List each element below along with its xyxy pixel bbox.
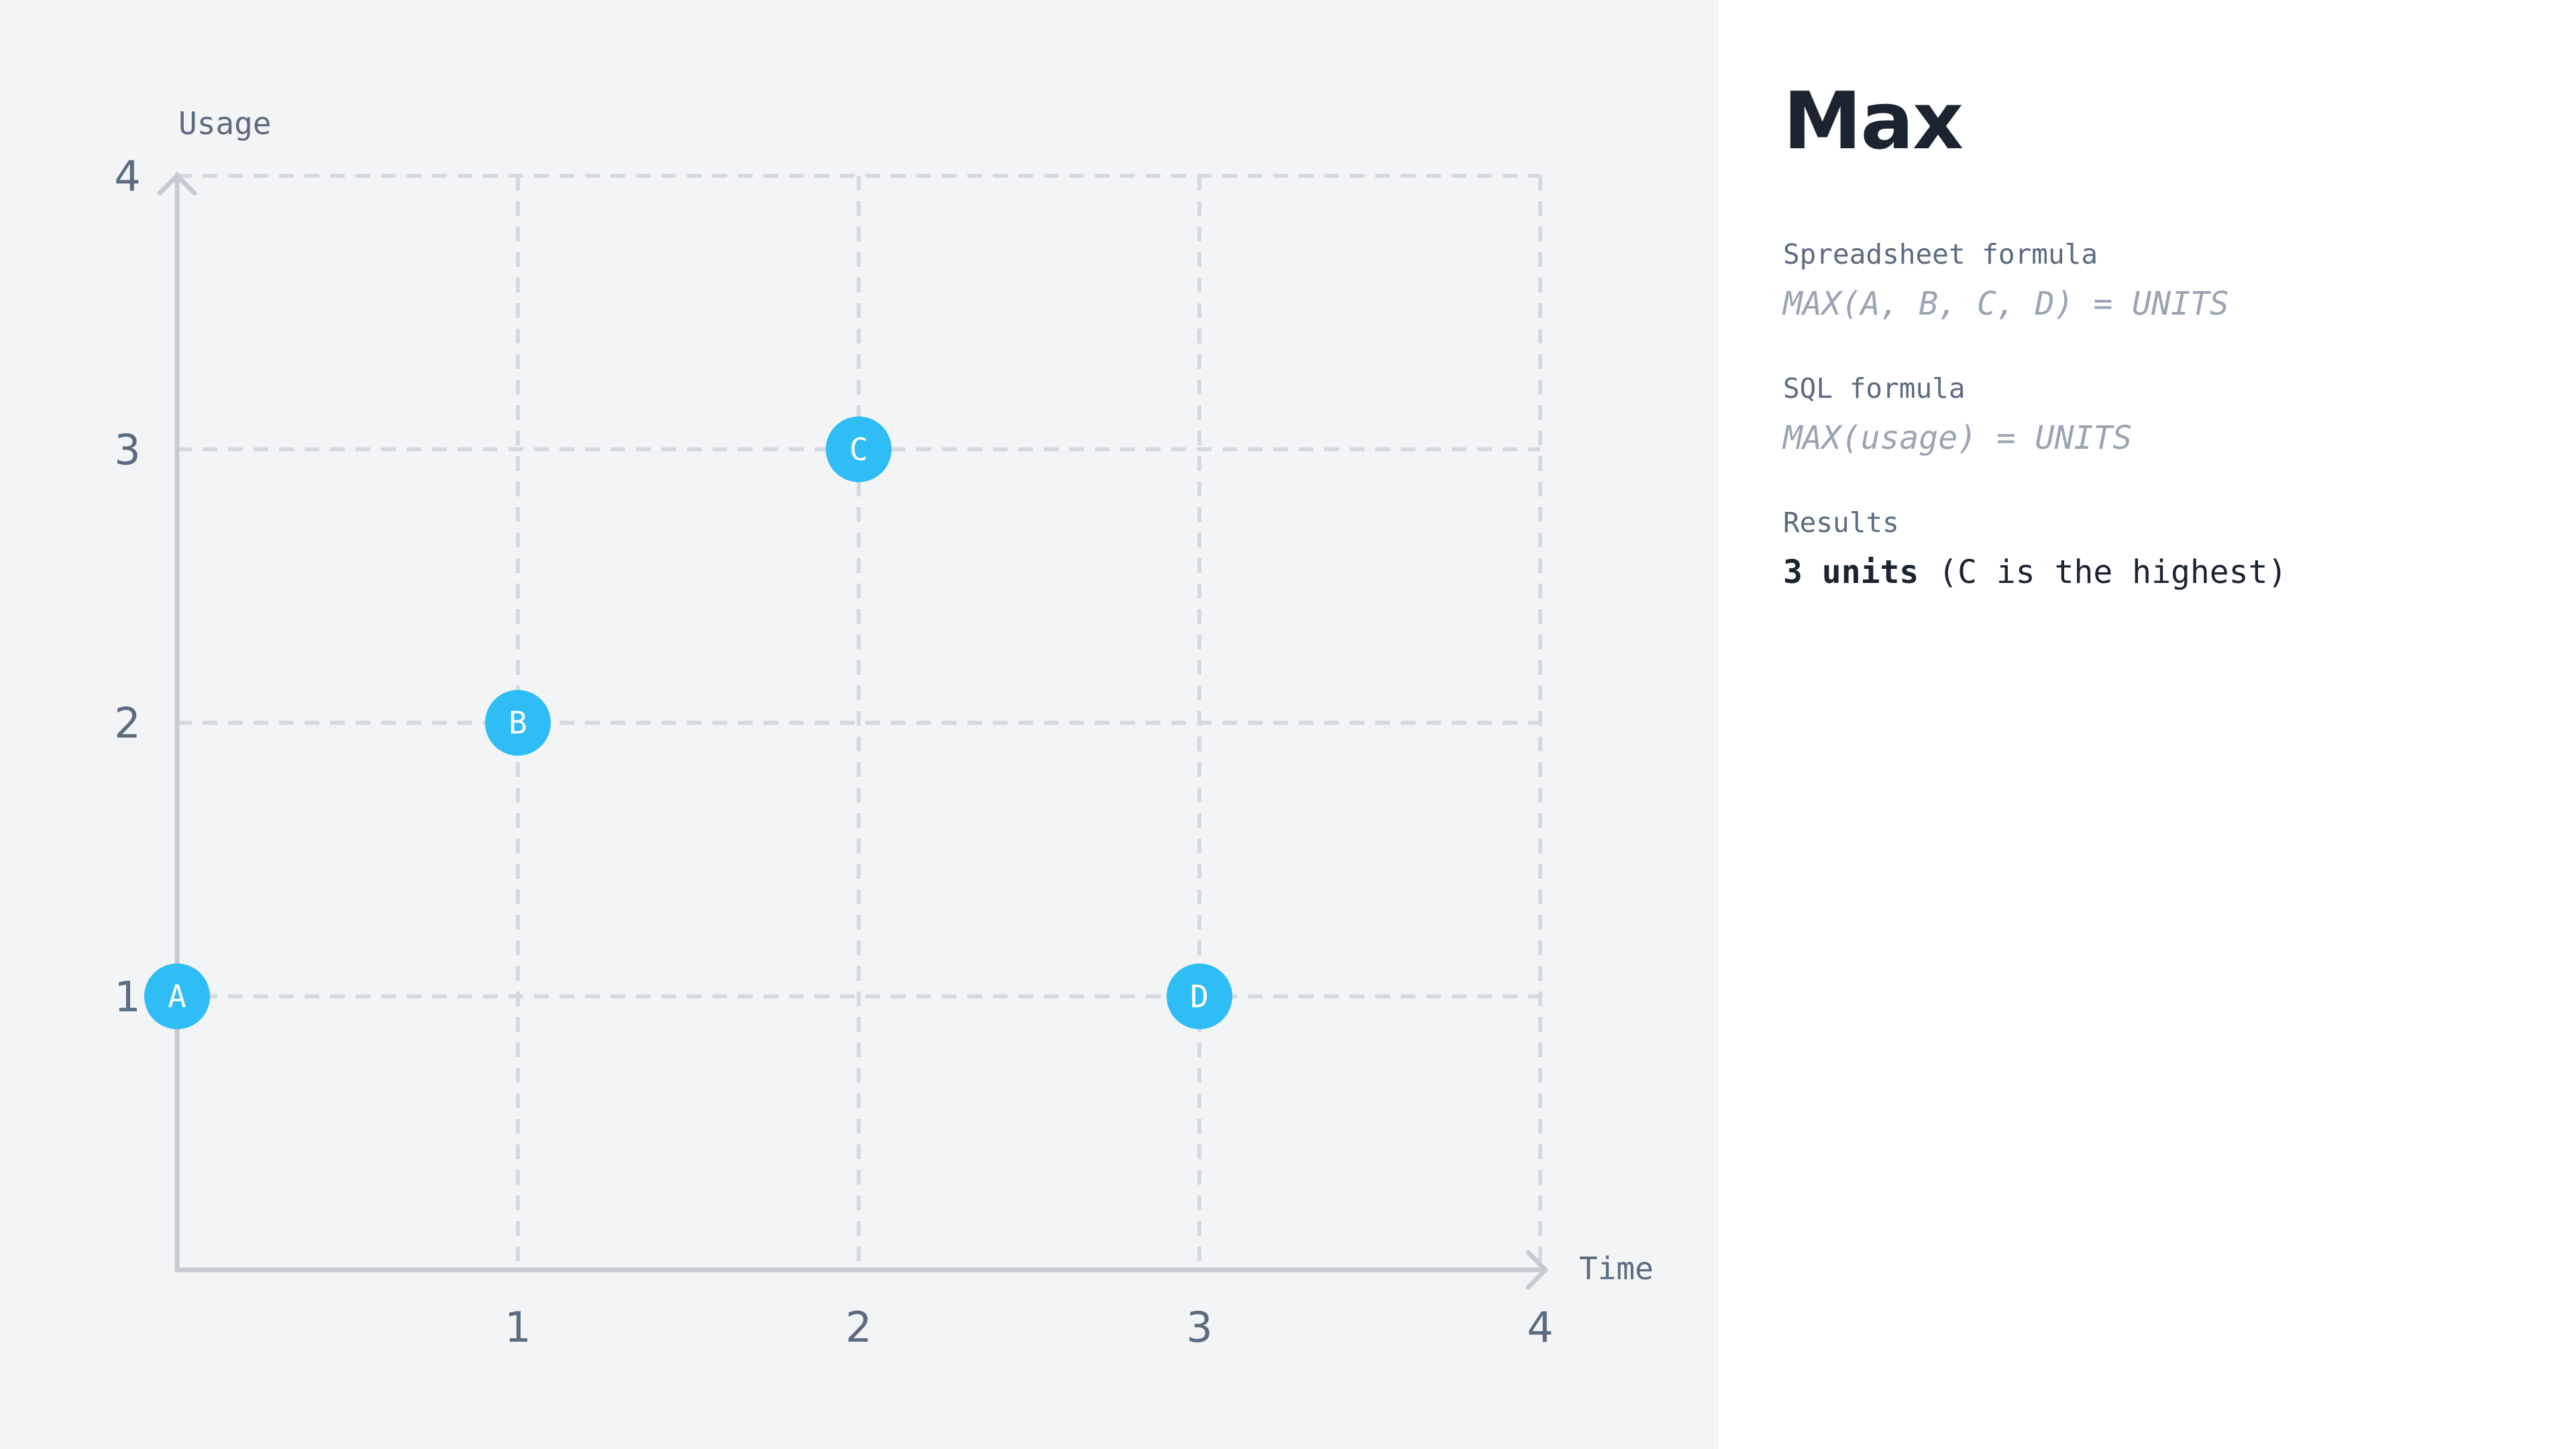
y-axis-label: Usage: [178, 105, 271, 142]
chart-panel: 1 2 3 4 1 2 3 4 Usage Time A B C D: [0, 0, 1719, 1449]
result-note: (C is the highest): [1919, 553, 2288, 591]
data-point-label: C: [849, 431, 868, 468]
result-value: 3 units: [1783, 553, 1919, 591]
x-axis-label: Time: [1579, 1250, 1654, 1287]
results-label: Results: [1783, 506, 1899, 539]
x-tick-label: 1: [504, 1303, 531, 1352]
result-text: 3 units (C is the highest): [1783, 550, 2287, 594]
info-panel: Max Spreadsheet formula MAX(A, B, C, D) …: [1719, 0, 2576, 1449]
spreadsheet-formula: MAX(A, B, C, D) = UNITS: [1783, 285, 2229, 323]
page-title: Max: [1783, 74, 1964, 167]
sql-formula-label: SQL formula: [1783, 372, 1966, 405]
x-tick-label: 2: [845, 1303, 871, 1352]
data-point-label: D: [1190, 978, 1209, 1014]
sql-formula: MAX(usage) = UNITS: [1783, 419, 2133, 457]
data-point-label: A: [168, 978, 186, 1014]
y-tick-label: 4: [114, 152, 140, 201]
spreadsheet-formula-label: Spreadsheet formula: [1783, 238, 2098, 270]
x-tick-label: 3: [1186, 1303, 1212, 1352]
scatter-chart: 1 2 3 4 1 2 3 4 Usage Time A B C D: [114, 105, 1654, 1352]
data-point-label: B: [508, 705, 527, 741]
y-tick-label: 2: [114, 699, 140, 748]
x-tick-label: 4: [1527, 1303, 1553, 1352]
y-tick-label: 3: [114, 425, 140, 474]
y-tick-label: 1: [114, 972, 140, 1021]
